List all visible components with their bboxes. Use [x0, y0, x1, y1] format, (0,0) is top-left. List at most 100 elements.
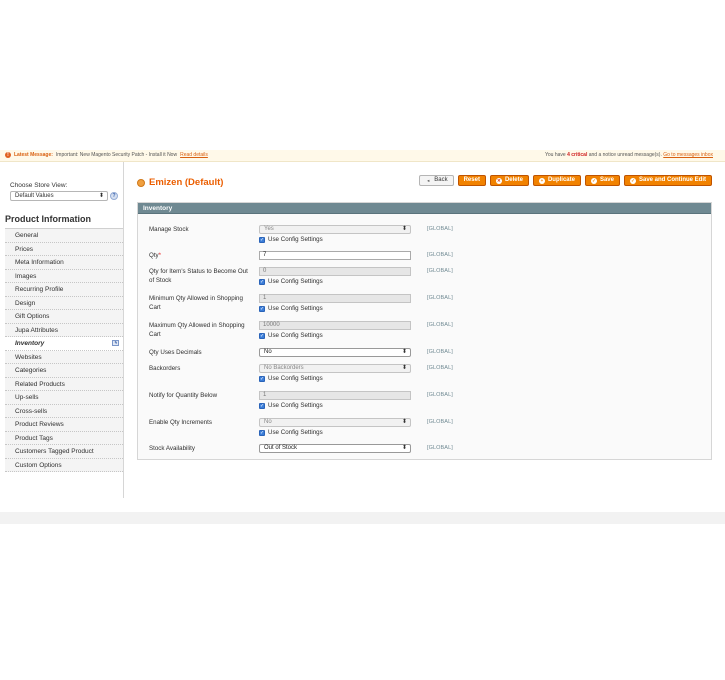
read-details-link[interactable]: Read details	[180, 152, 208, 158]
sidebar-item-label: Prices	[15, 245, 34, 253]
chevron-updown-icon: ⬍	[401, 419, 407, 425]
delete-button[interactable]: ✕ Delete	[489, 175, 529, 186]
backorders-control: No Backorders ⬍ ✓ Use Config Settings	[259, 364, 411, 382]
sidebar-item-product-reviews[interactable]: Product Reviews	[5, 418, 123, 432]
increments-control: No ⬍ ✓ Use Config Settings	[259, 418, 411, 436]
store-view-label: Choose Store View:	[10, 182, 68, 189]
sidebar-item-images[interactable]: Images	[5, 269, 123, 283]
save-continue-label: Save and Continue Edit	[638, 177, 706, 183]
sidebar-item-label: Product Tags	[15, 434, 53, 442]
increments-select[interactable]: No ⬍	[259, 418, 411, 427]
notify-input[interactable]: 1	[259, 391, 411, 400]
sidebar-item-meta-information[interactable]: Meta Information	[5, 256, 123, 270]
scope-label: [GLOBAL]	[427, 268, 453, 274]
increments-value: No	[264, 419, 272, 425]
sidebar-item-custom-options[interactable]: Custom Options	[5, 458, 123, 472]
availability-select[interactable]: Out of Stock ⬍	[259, 444, 411, 453]
qty-input[interactable]: 7	[259, 251, 411, 260]
sidebar-item-product-tags[interactable]: Product Tags	[5, 431, 123, 445]
use-config-label: Use Config Settings	[268, 375, 323, 382]
max-qty-input[interactable]: 10000	[259, 321, 411, 330]
checkbox-checked-icon[interactable]: ✓	[259, 236, 265, 243]
scope-label: [GLOBAL]	[427, 226, 453, 232]
latest-message-text: Important: New Magento Security Patch - …	[55, 152, 178, 158]
sidebar-item-label: Product Reviews	[15, 421, 64, 428]
checkbox-checked-icon[interactable]: ✓	[259, 305, 265, 312]
store-view-select[interactable]: Default Values ⬍	[10, 191, 108, 201]
sidebar-item-customers-tagged-product[interactable]: Customers Tagged Product	[5, 445, 123, 459]
scope-label: [GLOBAL]	[427, 322, 453, 328]
checkbox-checked-icon[interactable]: ✓	[259, 402, 265, 409]
min-qty-label: Minimum Qty Allowed in Shopping Cart	[149, 295, 243, 311]
help-icon[interactable]: ?	[110, 192, 118, 200]
max-qty-use-config[interactable]: ✓ Use Config Settings	[259, 332, 411, 339]
scope-label: [GLOBAL]	[427, 295, 453, 301]
out-of-stock-control: 0 ✓ Use Config Settings	[259, 267, 411, 285]
sidebar-item-cross-sells[interactable]: Cross-sells	[5, 404, 123, 418]
checkbox-checked-icon[interactable]: ✓	[259, 332, 265, 339]
sidebar-item-recurring-profile[interactable]: Recurring Profile	[5, 283, 123, 297]
chevron-updown-icon: ⬍	[98, 193, 104, 199]
sidebar-item-related-products[interactable]: Related Products	[5, 377, 123, 391]
sidebar-item-jupa-attributes[interactable]: Jupa Attributes	[5, 323, 123, 337]
reset-button[interactable]: Reset	[457, 175, 486, 186]
reset-label: Reset	[463, 177, 480, 183]
messages-inbox-link[interactable]: Go to messages inbox	[663, 152, 713, 158]
sidebar-item-label: Cross-sells	[15, 407, 48, 415]
use-config-label: Use Config Settings	[268, 278, 323, 285]
decimals-select[interactable]: No ⬍	[259, 348, 411, 357]
save-and-continue-button[interactable]: ✓ Save and Continue Edit	[623, 175, 712, 186]
sidebar-item-prices[interactable]: Prices	[5, 242, 123, 256]
critical-count[interactable]: 4 critical	[567, 152, 587, 158]
sidebar-item-label: Images	[15, 272, 37, 280]
out-of-stock-use-config[interactable]: ✓ Use Config Settings	[259, 278, 411, 285]
latest-message: ! Latest Message: Important: New Magento…	[5, 152, 208, 158]
increments-use-config[interactable]: ✓ Use Config Settings	[259, 429, 411, 436]
sidebar-item-categories[interactable]: Categories	[5, 364, 123, 378]
checkbox-checked-icon[interactable]: ✓	[259, 375, 265, 382]
checkbox-checked-icon[interactable]: ✓	[259, 429, 265, 436]
notify-use-config[interactable]: ✓ Use Config Settings	[259, 402, 411, 409]
scope-label: [GLOBAL]	[427, 392, 453, 398]
sidebar-item-label: General	[15, 232, 39, 239]
backorders-select[interactable]: No Backorders ⬍	[259, 364, 411, 373]
checkbox-checked-icon[interactable]: ✓	[259, 278, 265, 285]
manage-stock-select[interactable]: Yes ⬍	[259, 225, 411, 234]
increments-label: Enable Qty Increments	[149, 419, 212, 426]
use-config-label: Use Config Settings	[268, 305, 323, 312]
edit-icon: ✎	[112, 340, 119, 346]
sidebar-item-design[interactable]: Design	[5, 296, 123, 310]
inventory-fieldset: Inventory Manage Stock Yes ⬍ ✓ Use Confi…	[137, 202, 712, 460]
back-button[interactable]: ◂ Back	[419, 175, 454, 186]
admin-shell: Choose Store View: Default Values ⬍ ? Pr…	[0, 162, 725, 524]
sidebar-item-inventory[interactable]: Inventory ✎	[5, 337, 123, 351]
out-of-stock-input[interactable]: 0	[259, 267, 411, 276]
min-qty-input[interactable]: 1	[259, 294, 411, 303]
manage-stock-control: Yes ⬍ ✓ Use Config Settings	[259, 225, 411, 243]
sidebar-item-label: Meta Information	[15, 259, 64, 266]
save-button[interactable]: ✓ Save	[584, 175, 620, 186]
sidebar-item-general[interactable]: General	[5, 229, 123, 243]
scope-label: [GLOBAL]	[427, 445, 453, 451]
manage-stock-use-config[interactable]: ✓ Use Config Settings	[259, 236, 411, 243]
page-title: Emizen (Default)	[149, 177, 224, 188]
sidebar-item-label: Jupa Attributes	[15, 326, 58, 334]
backorders-use-config[interactable]: ✓ Use Config Settings	[259, 375, 411, 382]
use-config-label: Use Config Settings	[268, 402, 323, 409]
use-config-label: Use Config Settings	[268, 429, 323, 436]
sidebar-item-label: Inventory	[15, 340, 45, 347]
duplicate-button[interactable]: + Duplicate	[532, 175, 581, 186]
product-information-title: Product Information	[5, 214, 91, 224]
availability-label: Stock Availability	[149, 445, 195, 452]
sidebar-item-label: Websites	[15, 353, 42, 361]
scope-label: [GLOBAL]	[427, 252, 453, 258]
sidebar-item-gift-options[interactable]: Gift Options	[5, 310, 123, 324]
sidebar-item-up-sells[interactable]: Up-sells	[5, 391, 123, 405]
product-icon	[137, 179, 145, 187]
delete-icon: ✕	[495, 177, 502, 184]
min-qty-use-config[interactable]: ✓ Use Config Settings	[259, 305, 411, 312]
scope-label: [GLOBAL]	[427, 419, 453, 425]
duplicate-icon: +	[538, 177, 545, 184]
sidebar-item-websites[interactable]: Websites	[5, 350, 123, 364]
unread-prefix: You have	[545, 152, 566, 158]
